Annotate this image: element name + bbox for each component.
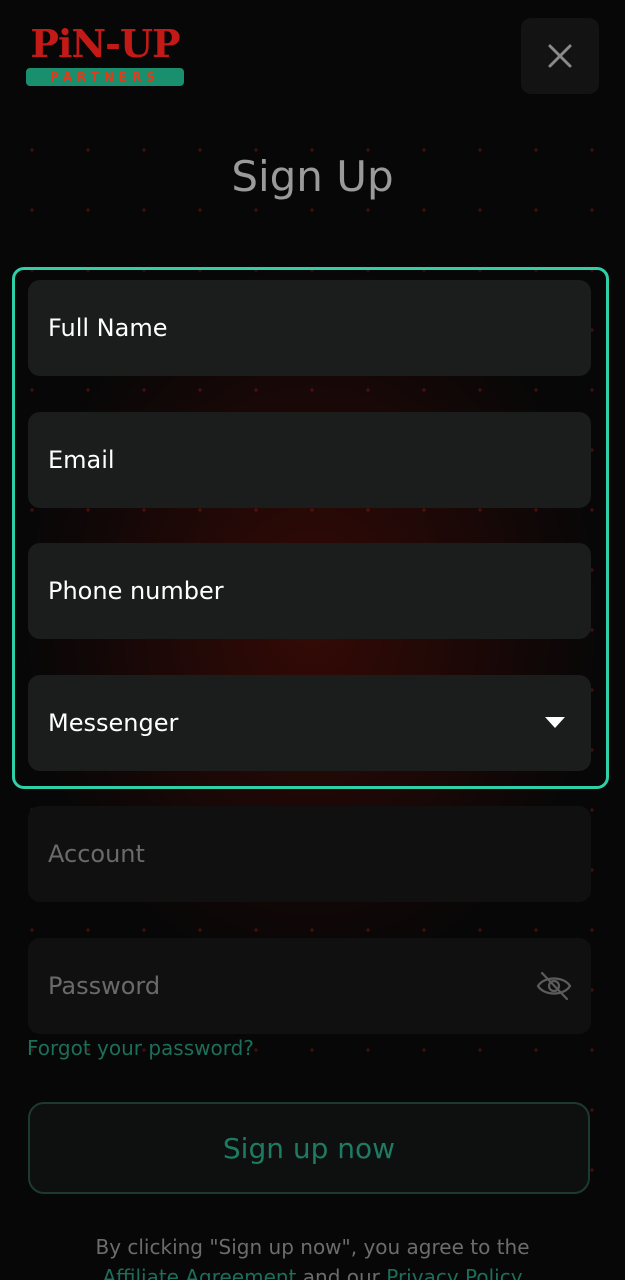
account-field[interactable]: Account (28, 806, 591, 902)
email-field[interactable]: Email (28, 412, 591, 508)
full-name-field[interactable]: Full Name (28, 280, 591, 376)
eye-slash-icon[interactable] (535, 968, 573, 1004)
forgot-password-link[interactable]: Forgot your password? (27, 1036, 254, 1060)
logo-subtitle: PARTNERS (26, 68, 184, 86)
phone-placeholder: Phone number (48, 577, 224, 605)
sign-up-now-button[interactable]: Sign up now (28, 1102, 590, 1194)
sign-up-now-label: Sign up now (222, 1131, 396, 1165)
pinup-partners-logo[interactable]: PiN-UP PARTNERS (26, 21, 184, 88)
page-title: Sign Up (231, 152, 394, 201)
password-field[interactable]: Password (28, 938, 591, 1034)
close-icon (548, 44, 572, 68)
terms-middle: and our (302, 1265, 380, 1280)
affiliate-agreement-link[interactable]: Affiliate Agreement (102, 1265, 296, 1280)
password-placeholder: Password (48, 972, 161, 1000)
privacy-policy-link[interactable]: Privacy Policy (386, 1265, 522, 1280)
logo-wordmark: PiN-UP (30, 21, 180, 66)
account-placeholder: Account (48, 840, 145, 868)
messenger-select[interactable]: Messenger (28, 675, 591, 771)
messenger-placeholder: Messenger (48, 709, 179, 737)
full-name-placeholder: Full Name (48, 314, 168, 342)
phone-field[interactable]: Phone number (28, 543, 591, 639)
terms-notice: By clicking "Sign up now", you agree to … (0, 1232, 625, 1280)
email-placeholder: Email (48, 446, 115, 474)
chevron-down-icon (545, 717, 565, 728)
terms-prefix: By clicking "Sign up now", you agree to … (95, 1235, 530, 1259)
close-button[interactable] (521, 18, 599, 94)
